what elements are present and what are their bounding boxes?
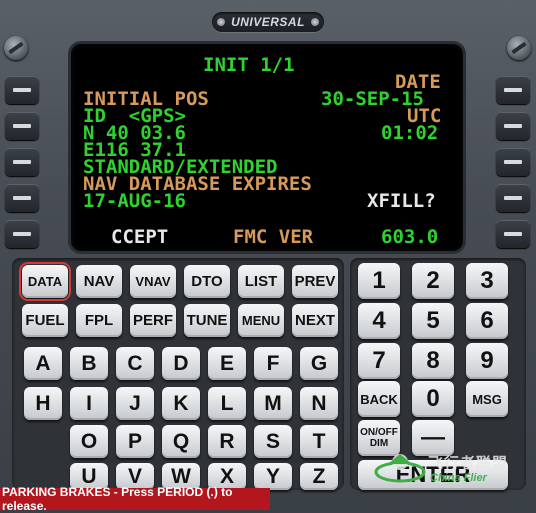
key-h[interactable]: H [24, 387, 62, 420]
fmc-ver-value: 603.0 [381, 226, 439, 248]
key-f[interactable]: F [254, 347, 292, 380]
xfill-prompt: XFILL? [367, 190, 436, 212]
key-t[interactable]: T [300, 425, 338, 458]
key-k[interactable]: K [162, 387, 200, 420]
list-key[interactable]: LIST [238, 265, 284, 298]
key-m[interactable]: M [254, 387, 292, 420]
vnav-key[interactable]: VNAV [130, 265, 176, 298]
lsk-right-2[interactable] [496, 112, 530, 140]
menu-key[interactable]: MENU [238, 304, 284, 337]
brand-screw-left-icon [217, 18, 226, 26]
watermark-cn: 飞行者联盟 [428, 455, 509, 472]
nav-key[interactable]: NAV [76, 265, 122, 298]
key-3[interactable]: 3 [466, 263, 508, 299]
key-0[interactable]: 0 [412, 381, 454, 417]
key-c[interactable]: C [116, 347, 154, 380]
key-a[interactable]: A [24, 347, 62, 380]
fmc-ver-label: FMC VER [233, 226, 314, 248]
key-b[interactable]: B [70, 347, 108, 380]
fpl-key[interactable]: FPL [76, 304, 122, 337]
accept-prompt: CCEPT [111, 226, 169, 248]
lsk-left-1[interactable] [5, 76, 39, 104]
next-key[interactable]: NEXT [292, 304, 338, 337]
key-8[interactable]: 8 [412, 343, 454, 379]
watermark: 飞行者联盟 China Flier [372, 446, 536, 490]
key-j[interactable]: J [116, 387, 154, 420]
lsk-right-4[interactable] [496, 184, 530, 212]
key-1[interactable]: 1 [358, 263, 400, 299]
key-p[interactable]: P [116, 425, 154, 458]
key-l[interactable]: L [208, 387, 246, 420]
lsk-left-2[interactable] [5, 112, 39, 140]
key-n[interactable]: N [300, 387, 338, 420]
key-2[interactable]: 2 [412, 263, 454, 299]
key-z[interactable]: Z [300, 463, 338, 490]
key-4[interactable]: 4 [358, 303, 400, 339]
screw-top-right-icon [507, 36, 531, 60]
cdu-screen: INIT 1/1 DATE INITIAL POS 30-SEP-15 ID <… [71, 44, 463, 251]
nav-database-date: 17-AUG-16 [83, 190, 186, 212]
key-o[interactable]: O [70, 425, 108, 458]
screw-top-left-icon [4, 36, 28, 60]
key-e[interactable]: E [208, 347, 246, 380]
key-d[interactable]: D [162, 347, 200, 380]
page-title: INIT 1/1 [203, 54, 295, 76]
key-s[interactable]: S [254, 425, 292, 458]
china-flier-logo-icon [374, 454, 426, 483]
lsk-right-1[interactable] [496, 76, 530, 104]
lsk-right-5[interactable] [496, 220, 530, 248]
key-i[interactable]: I [70, 387, 108, 420]
key-7[interactable]: 7 [358, 343, 400, 379]
key-q[interactable]: Q [162, 425, 200, 458]
key-9[interactable]: 9 [466, 343, 508, 379]
key-g[interactable]: G [300, 347, 338, 380]
lsk-left-4[interactable] [5, 184, 39, 212]
key-5[interactable]: 5 [412, 303, 454, 339]
lsk-right-3[interactable] [496, 148, 530, 176]
watermark-en: China Flier [430, 472, 487, 484]
prev-key[interactable]: PREV [292, 265, 338, 298]
lsk-left-5[interactable] [5, 220, 39, 248]
perf-key[interactable]: PERF [130, 304, 176, 337]
back-key[interactable]: BACK [358, 381, 400, 417]
msg-key[interactable]: MSG [466, 381, 508, 417]
key-r[interactable]: R [208, 425, 246, 458]
utc-time-value: 01:02 [381, 122, 439, 144]
tune-key[interactable]: TUNE [184, 304, 230, 337]
status-bar: PARKING BRAKES - Press PERIOD (.) to rel… [0, 485, 270, 513]
brand-label: UNIVERSAL [231, 15, 305, 29]
dto-key[interactable]: DTO [184, 265, 230, 298]
key-6[interactable]: 6 [466, 303, 508, 339]
data-key[interactable]: DATA [19, 262, 71, 301]
brand-plate: UNIVERSAL [212, 12, 324, 32]
lsk-left-3[interactable] [5, 148, 39, 176]
brand-screw-right-icon [310, 18, 319, 26]
fuel-key[interactable]: FUEL [22, 304, 68, 337]
